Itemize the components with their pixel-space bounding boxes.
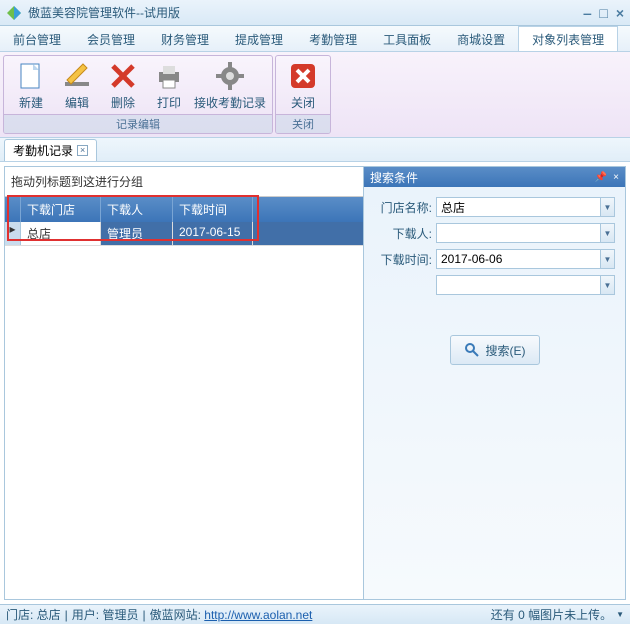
field-user: 下载人: ▼ bbox=[374, 223, 615, 243]
field-time: 下载时间: ▼ bbox=[374, 249, 615, 269]
group-by-hint[interactable]: 拖动列标题到这进行分组 bbox=[5, 167, 363, 197]
col-user[interactable]: 下载人 bbox=[101, 197, 173, 222]
menu-finance[interactable]: 财务管理 bbox=[148, 26, 222, 51]
status-bar: 门店: 总店 | 用户: 管理员 | 傲蓝网站: http://www.aola… bbox=[0, 604, 630, 624]
table-row[interactable]: ▸ 总店 管理员 2017-06-15 bbox=[5, 222, 363, 246]
website-link[interactable]: http://www.aolan.net bbox=[204, 608, 312, 622]
edit-button[interactable]: 编辑 bbox=[54, 58, 100, 112]
ribbon-group-close-title: 关闭 bbox=[276, 114, 330, 133]
search-panel-header: 搜索条件 📌 × bbox=[364, 167, 625, 187]
ribbon-group-edit: 新建 编辑 删除 打印 接收考勤记录 记录编辑 bbox=[3, 55, 273, 134]
ribbon: 新建 编辑 删除 打印 接收考勤记录 记录编辑 关 bbox=[0, 52, 630, 138]
status-upload: 还有 0 幅图片未上传。 bbox=[491, 606, 612, 623]
menu-member[interactable]: 会员管理 bbox=[74, 26, 148, 51]
document-tabs: 考勤机记录 × bbox=[0, 138, 630, 162]
tab-attendance-record[interactable]: 考勤机记录 × bbox=[4, 139, 97, 161]
menu-commission[interactable]: 提成管理 bbox=[222, 26, 296, 51]
grid-panel: 拖动列标题到这进行分组 下载门店 下载人 下载时间 ▸ 总店 管理员 2017-… bbox=[5, 167, 364, 599]
close-panel-button[interactable]: 关闭 bbox=[280, 58, 326, 112]
title-bar: 傲蓝美容院管理软件--试用版 ‒ □ × bbox=[0, 0, 630, 26]
ribbon-group-edit-title: 记录编辑 bbox=[4, 114, 272, 133]
edit-icon bbox=[61, 60, 93, 92]
search-button-label: 搜索(E) bbox=[486, 342, 526, 359]
ribbon-group-close: 关闭 关闭 bbox=[275, 55, 331, 134]
window-controls: ‒ □ × bbox=[584, 5, 624, 21]
column-headers: 下载门店 下载人 下载时间 bbox=[5, 197, 363, 222]
search-form: 门店名称: ▼ 下载人: ▼ 下载时间: ▼ bbox=[364, 187, 625, 599]
app-icon bbox=[6, 5, 22, 21]
user-label: 下载人: bbox=[374, 225, 432, 242]
delete-button[interactable]: 删除 bbox=[100, 58, 146, 112]
status-user: 用户: 管理员 bbox=[72, 606, 139, 623]
close-button[interactable]: × bbox=[616, 5, 624, 21]
panel-close-icon[interactable]: × bbox=[613, 172, 619, 183]
user-dropdown-icon[interactable]: ▼ bbox=[601, 223, 615, 243]
search-icon bbox=[464, 342, 480, 358]
menu-bar: 前台管理 会员管理 财务管理 提成管理 考勤管理 工具面板 商城设置 对象列表管… bbox=[0, 26, 630, 52]
close-icon bbox=[287, 60, 319, 92]
field-store: 门店名称: ▼ bbox=[374, 197, 615, 217]
main-area: 拖动列标题到这进行分组 下载门店 下载人 下载时间 ▸ 总店 管理员 2017-… bbox=[4, 166, 626, 600]
grid-body: ▸ 总店 管理员 2017-06-15 bbox=[5, 222, 363, 246]
print-button[interactable]: 打印 bbox=[146, 58, 192, 112]
indicator-header bbox=[5, 197, 21, 222]
gear-icon bbox=[214, 60, 246, 92]
field-extra: ▼ bbox=[374, 275, 615, 295]
extra-input[interactable] bbox=[436, 275, 601, 295]
search-panel: 搜索条件 📌 × 门店名称: ▼ 下载人: ▼ 下载时间: bbox=[364, 167, 625, 599]
menu-mall[interactable]: 商城设置 bbox=[444, 26, 518, 51]
time-dropdown-icon[interactable]: ▼ bbox=[601, 249, 615, 269]
search-button[interactable]: 搜索(E) bbox=[450, 335, 540, 365]
cell-user: 管理员 bbox=[101, 222, 173, 245]
store-label: 门店名称: bbox=[374, 199, 432, 216]
tab-label: 考勤机记录 bbox=[13, 142, 73, 159]
status-site-label: 傲蓝网站: bbox=[150, 606, 201, 623]
maximize-button[interactable]: □ bbox=[599, 5, 607, 21]
time-label: 下载时间: bbox=[374, 251, 432, 268]
store-input[interactable] bbox=[436, 197, 601, 217]
col-time[interactable]: 下载时间 bbox=[173, 197, 253, 222]
window-title: 傲蓝美容院管理软件--试用版 bbox=[28, 4, 584, 21]
status-store: 门店: 总店 bbox=[6, 606, 61, 623]
user-input[interactable] bbox=[436, 223, 601, 243]
row-indicator-icon: ▸ bbox=[5, 222, 21, 245]
menu-tools[interactable]: 工具面板 bbox=[370, 26, 444, 51]
delete-icon bbox=[107, 60, 139, 92]
new-button[interactable]: 新建 bbox=[8, 58, 54, 112]
time-input[interactable] bbox=[436, 249, 601, 269]
menu-attendance[interactable]: 考勤管理 bbox=[296, 26, 370, 51]
search-panel-title: 搜索条件 bbox=[370, 169, 418, 186]
tab-close-icon[interactable]: × bbox=[77, 145, 88, 156]
new-icon bbox=[15, 60, 47, 92]
cell-time: 2017-06-15 bbox=[173, 222, 253, 245]
pin-icon[interactable]: 📌 bbox=[595, 172, 607, 183]
menu-frontdesk[interactable]: 前台管理 bbox=[0, 26, 74, 51]
store-dropdown-icon[interactable]: ▼ bbox=[601, 197, 615, 217]
print-icon bbox=[153, 60, 185, 92]
minimize-button[interactable]: ‒ bbox=[584, 5, 592, 21]
receive-attendance-button[interactable]: 接收考勤记录 bbox=[192, 58, 268, 112]
col-store[interactable]: 下载门店 bbox=[21, 197, 101, 222]
extra-dropdown-icon[interactable]: ▼ bbox=[601, 275, 615, 295]
cell-store: 总店 bbox=[21, 222, 101, 245]
menu-objectlist[interactable]: 对象列表管理 bbox=[518, 26, 618, 51]
